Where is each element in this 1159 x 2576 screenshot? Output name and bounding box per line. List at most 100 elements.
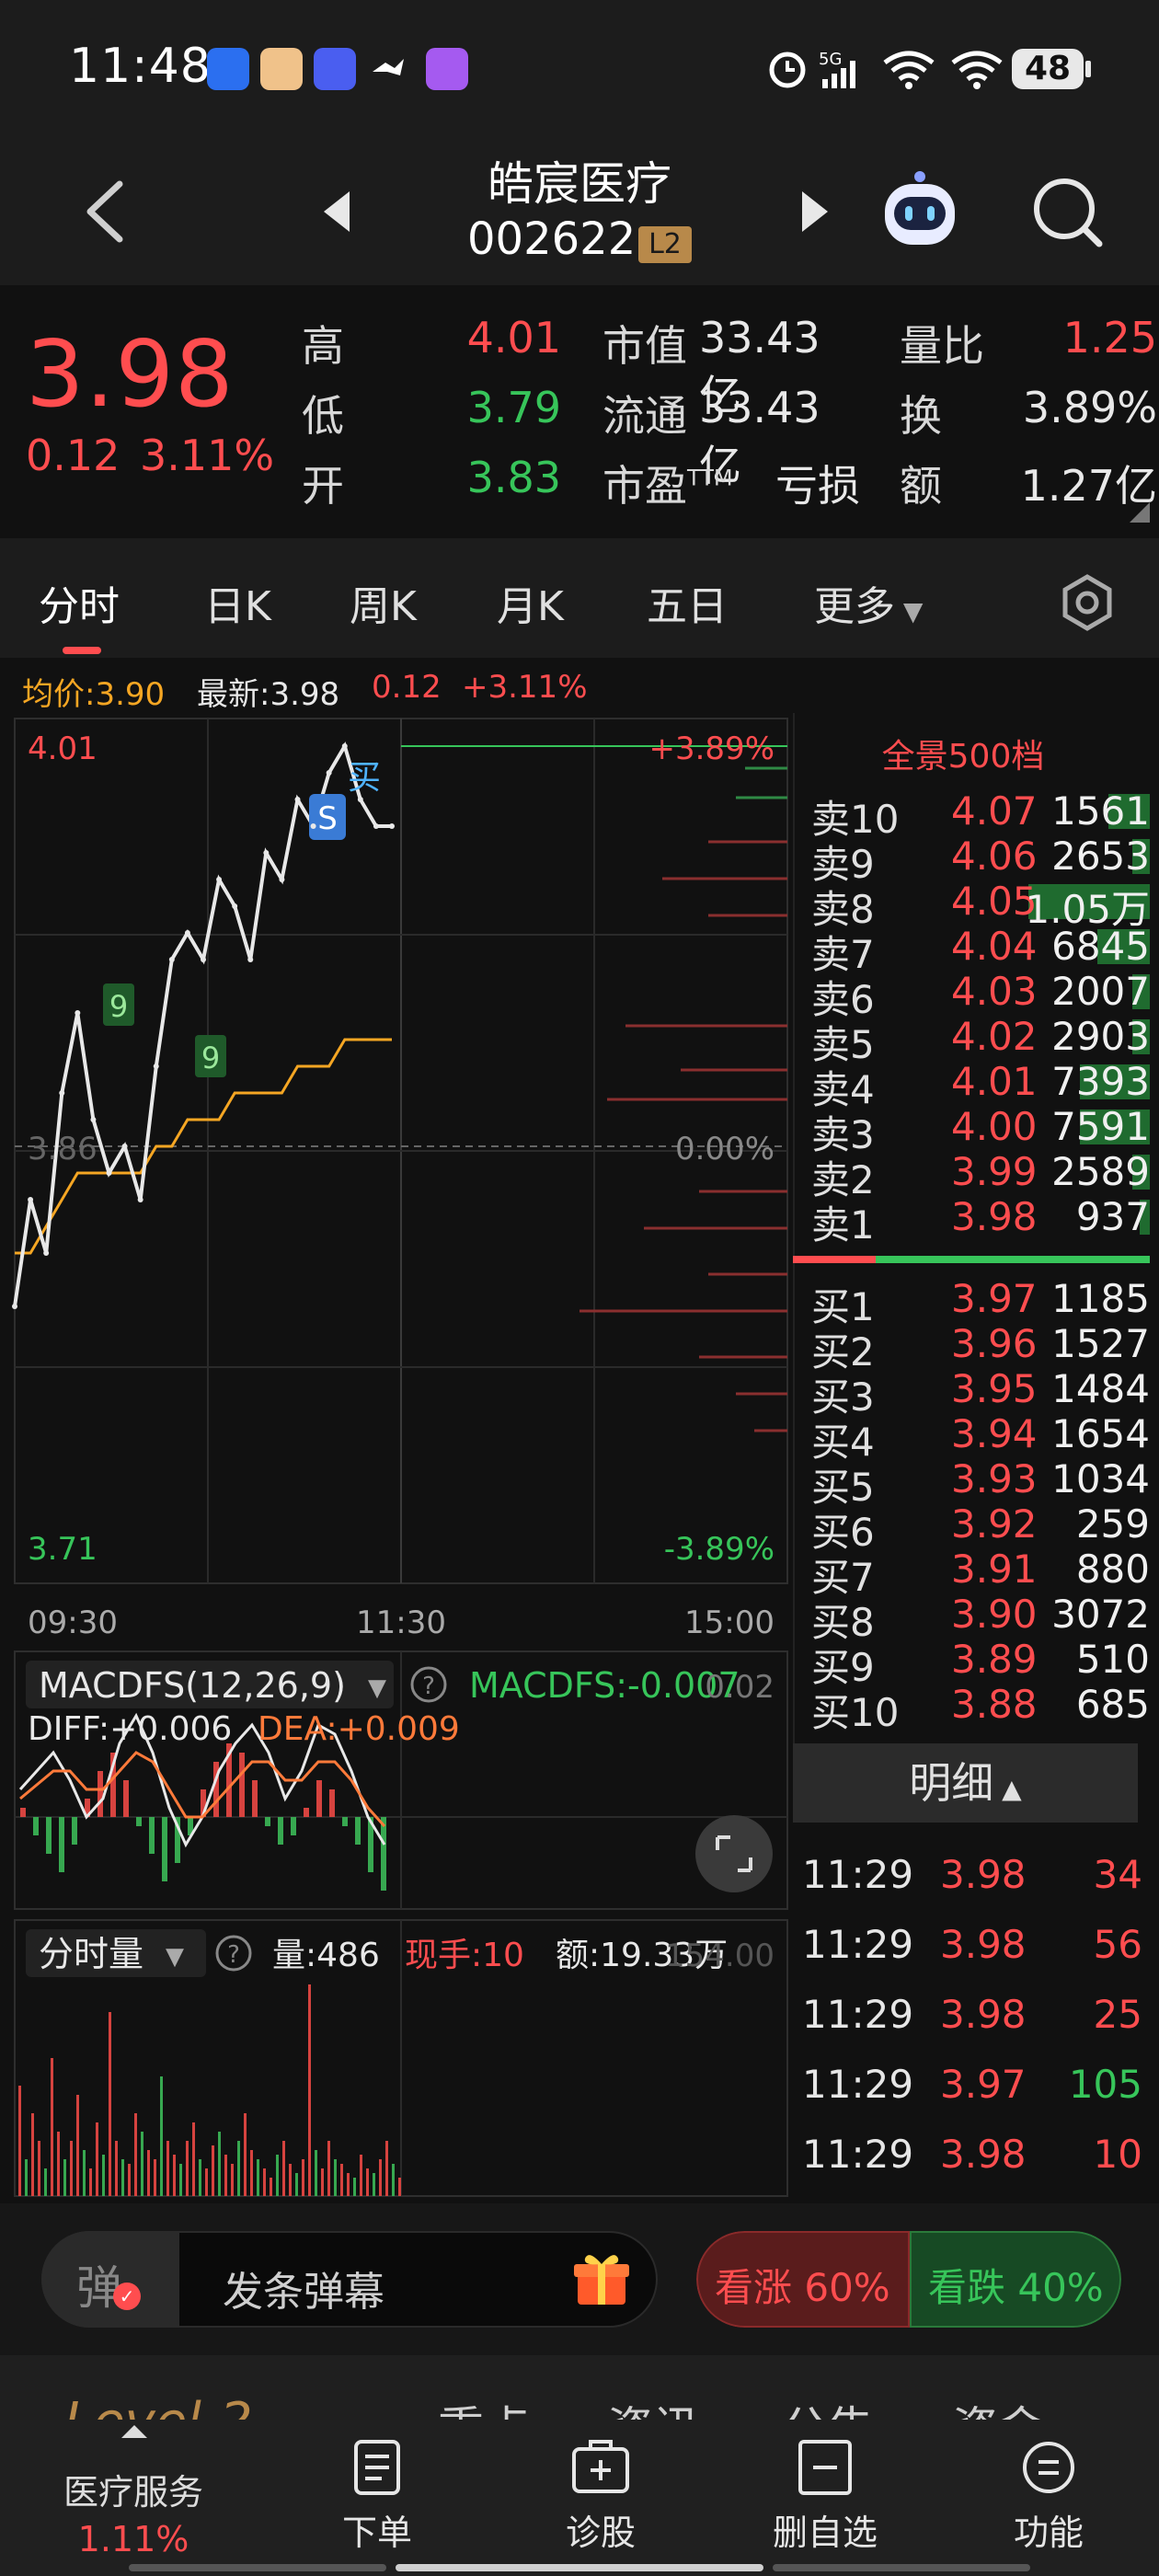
bid-level-row[interactable]: 买3 3.95 1484 (811, 1366, 1159, 1420)
next-stock-button[interactable] (802, 191, 828, 232)
ask-level-row[interactable]: 卖7 4.04 6845 (811, 924, 1159, 977)
bid-level-row[interactable]: 买4 3.94 1654 (811, 1411, 1159, 1465)
ask-level-row[interactable]: 卖3 4.00 7591 (811, 1104, 1159, 1157)
ai-assistant-robot-icon[interactable] (874, 166, 966, 258)
bid-price: 3.97 (951, 1276, 1038, 1321)
tick-price: 3.97 (940, 2062, 1027, 2107)
trade-tick-row: 11:29 3.98 34 (802, 1852, 1142, 1922)
price-point (310, 823, 316, 829)
ask-price: 4.00 (951, 1104, 1038, 1149)
macd-bar (59, 1817, 64, 1872)
remove-watchlist-icon (793, 2438, 857, 2497)
price-point (263, 850, 270, 856)
volume-bar (315, 2150, 317, 2196)
bid-level-row[interactable]: 买6 3.92 259 (811, 1501, 1159, 1555)
volume-bar (134, 2113, 137, 2196)
bid-levels: 买1 3.97 1185 买2 3.96 1527 买3 3.95 1484 买4 3.94 1654… (793, 1276, 1159, 1735)
intraday-chart[interactable]: 9 9 S 买 4.01 3.86 3.71 +3.89% 0.00% -3.8… (0, 713, 793, 2203)
volume-bar (270, 2178, 272, 2196)
prev-stock-button[interactable] (324, 191, 350, 232)
tab-daily-k[interactable]: 日K (204, 573, 271, 632)
bid-level-row[interactable]: 买10 3.88 685 (811, 1682, 1159, 1735)
app-notification-icon (367, 48, 409, 90)
tab-more[interactable]: 更多 ▼ (814, 573, 923, 632)
macd-axis-top: 0.02 (705, 1669, 775, 1706)
nav-order[interactable]: 下单 (304, 2438, 451, 2555)
search-icon[interactable] (1026, 170, 1108, 253)
bid-level-row[interactable]: 买1 3.97 1185 (811, 1276, 1159, 1329)
nav-diagnose[interactable]: 诊股 (527, 2438, 674, 2555)
ask-level-row[interactable]: 卖5 4.02 2903 (811, 1014, 1159, 1067)
volume-bar (166, 2141, 169, 2196)
macd-bar (98, 1771, 103, 1817)
bid-ask-split-red (793, 1256, 876, 1263)
latest-price-label: 最新:3.98 (197, 676, 340, 713)
price-point (201, 957, 206, 962)
price-point (59, 1090, 65, 1096)
volume-bar (147, 2150, 150, 2196)
low-value: 3.79 (466, 383, 561, 432)
ask-level-row[interactable]: 卖8 4.05 1.05万 (811, 879, 1159, 932)
price-point (279, 877, 285, 882)
price-point (294, 797, 301, 802)
tick-price: 3.98 (940, 2132, 1027, 2177)
volume-bar (379, 2159, 382, 2196)
home-indicator[interactable] (396, 2564, 763, 2571)
signal-5g-icon: 5G (819, 48, 865, 90)
volume-bar (257, 2159, 259, 2196)
volume-bar (250, 2150, 253, 2196)
ask-level-row[interactable]: 卖4 4.01 7393 (811, 1059, 1159, 1112)
volume-bar (154, 2159, 156, 2196)
info-tabs-strip: Level-2 重点 资讯 公告 资金 (0, 2355, 1159, 2455)
tab-five-day[interactable]: 五日 (647, 573, 728, 632)
back-button[interactable] (74, 175, 138, 248)
bid-price: 3.96 (951, 1321, 1038, 1366)
volume-bar (173, 2155, 176, 2196)
y-axis-high: 4.01 (28, 730, 98, 767)
trade-detail-header[interactable]: 明细 ▲ (793, 1743, 1138, 1823)
intraday-chart-panel[interactable]: 9 9 S 买 4.01 3.86 3.71 +3.89% 0.00% -3.8… (0, 713, 793, 2203)
tab-weekly-k[interactable]: 周K (350, 573, 417, 632)
tick-time: 11:29 (802, 1992, 914, 2037)
bid-price: 3.92 (951, 1501, 1038, 1547)
bid-level-row[interactable]: 买2 3.96 1527 (811, 1321, 1159, 1374)
ask-level-row[interactable]: 卖6 4.03 2007 (811, 969, 1159, 1022)
order-doc-icon (345, 2438, 409, 2497)
order-book-header[interactable]: 全景500档 (793, 730, 1133, 777)
bid-level-row[interactable]: 买8 3.90 3072 (811, 1592, 1159, 1645)
high-label: 高 (302, 321, 344, 371)
sell-signal-text: S (317, 800, 338, 837)
ask-level-row[interactable]: 卖9 4.06 2653 (811, 834, 1159, 887)
price-point (137, 1197, 143, 1202)
volume-bar (89, 2168, 92, 2196)
bid-volume: 1527 (1051, 1321, 1150, 1366)
volume-bar (186, 2141, 189, 2196)
sector-name[interactable]: 医疗服务 (37, 2464, 230, 2514)
bid-level-row[interactable]: 买5 3.93 1034 (811, 1456, 1159, 1510)
trade-tick-row: 11:29 3.98 10 (802, 2132, 1142, 2202)
volume-bar (44, 2168, 47, 2196)
trade-tick-row: 11:29 3.98 25 (802, 1992, 1142, 2062)
nav-remove-watchlist[interactable]: 删自选 (752, 2438, 899, 2555)
price-point (153, 1064, 159, 1069)
nav-functions[interactable]: 功能 (975, 2438, 1122, 2555)
volume-bar (141, 2132, 143, 2196)
tab-intraday[interactable]: 分时 (39, 573, 120, 632)
macd-bar (329, 1789, 335, 1817)
bid-level-row[interactable]: 买7 3.91 880 (811, 1547, 1159, 1600)
ask-level-row[interactable]: 卖1 3.98 937 (811, 1194, 1159, 1248)
volume-ratio-label: 量比 (900, 321, 984, 371)
expand-corner-icon[interactable] (1130, 502, 1150, 523)
pe-label: 市盈TTM (602, 461, 733, 511)
volume-ratio-value: 1.25 (1062, 313, 1157, 362)
pct-axis-low: -3.89% (664, 1531, 775, 1568)
ask-level-row[interactable]: 卖10 4.07 1561 (811, 788, 1159, 842)
danmaku-toggle-button[interactable]: 弹 ✓ (41, 2231, 179, 2328)
bid-level-row[interactable]: 买9 3.89 510 (811, 1637, 1159, 1690)
signal-nine-text: 9 (201, 1041, 220, 1075)
chart-settings-icon[interactable] (1058, 573, 1117, 632)
tab-monthly-k[interactable]: 月K (497, 573, 564, 632)
ask-level-row[interactable]: 卖2 3.99 2589 (811, 1149, 1159, 1202)
gift-icon[interactable] (572, 2249, 631, 2308)
macd-bar (123, 1780, 129, 1817)
